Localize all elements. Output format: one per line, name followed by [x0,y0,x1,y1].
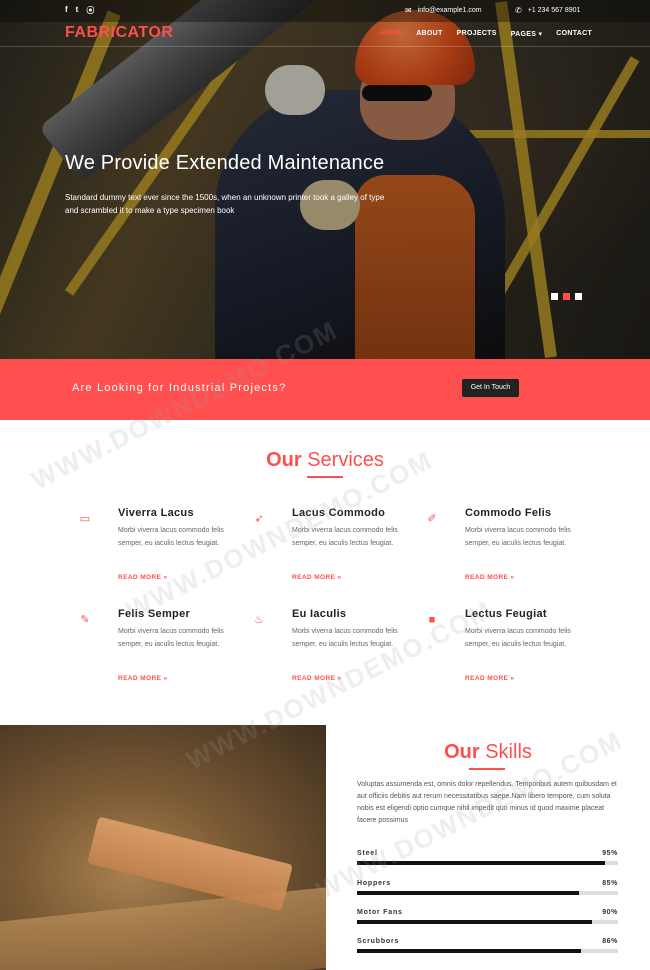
twitter-icon[interactable]: t [76,5,79,16]
envelope-icon: ✉ [405,6,412,15]
wood-plank [87,816,293,912]
rocket-icon: ➶ [254,513,264,525]
skill-percent: 90% [602,909,618,916]
phone-icon: ✆ [515,6,522,15]
skill-percent: 95% [602,850,618,857]
read-more-link[interactable]: READ MORE » [465,675,515,682]
services-underline [307,476,343,478]
cta-banner: Are Looking for Industrial Projects? [0,359,650,420]
hero-banner [0,0,650,359]
read-more-link[interactable]: READ MORE » [465,574,515,581]
skills-title-bold: Our [444,741,480,763]
paint-brush-icon: ✐ [427,513,437,525]
phone-text: +1 234 567 8901 [527,7,581,14]
slider-dots [551,293,582,300]
service-text: Morbi viverra lacus commodo felis semper… [118,527,224,547]
skill-fill [357,891,579,895]
hero-title: We Provide Extended Maintenance [65,152,385,174]
social-links: f t ⦿ [65,5,94,16]
skill-track [357,949,618,953]
hero-text: Standard dummy text ever since the 1500s… [65,193,385,215]
service-title: Eu Iaculis [292,608,347,620]
service-title: Commodo Felis [465,507,552,519]
fire-icon: ♨ [254,614,264,626]
nav-item-home[interactable]: HOME [380,30,402,38]
main-nav: HOME ABOUT PROJECTS PAGES ▾ CONTACT [380,30,592,38]
skill-name: Scrubbors [357,938,400,945]
hero-overlay [0,0,650,359]
contact-phone[interactable]: ✆ +1 234 567 8901 [515,6,580,15]
service-text: Morbi viverra lacus commodo felis semper… [118,628,224,648]
brand-logo[interactable]: FABRICATOR [65,24,173,42]
skill-fill [357,949,582,953]
skill-fill [357,920,592,924]
skills-underline [469,768,505,770]
nav-item-projects[interactable]: PROJECTS [457,30,497,38]
slider-dot[interactable] [575,293,582,300]
skills-image [0,725,326,970]
services-title-light: Services [307,449,384,471]
nav-item-about[interactable]: ABOUT [416,30,442,38]
skill-name: Motor Fans [357,909,403,916]
email-text: info@example1.com [417,7,482,14]
pencil-icon: ✎ [80,614,90,626]
get-in-touch-button[interactable]: Get In Touch [462,379,519,397]
services-title-bold: Our [266,449,302,471]
map-icon: ▭ [79,513,91,525]
service-title: Viverra Lacus [118,507,194,519]
read-more-link[interactable]: READ MORE » [292,574,342,581]
skill-track [357,920,618,924]
slider-dot-active[interactable] [563,293,570,300]
rss-icon[interactable]: ⦿ [86,5,94,16]
read-more-link[interactable]: READ MORE » [118,675,168,682]
nav-divider [0,46,650,47]
facebook-icon[interactable]: f [65,5,68,16]
top-bar: f t ⦿ ✉ info@example1.com ✆ +1 234 567 8… [0,0,650,22]
slider-dot[interactable] [551,293,558,300]
skill-percent: 86% [602,938,618,945]
contact-email[interactable]: ✉ info@example1.com [405,6,482,15]
nav-item-contact[interactable]: CONTACT [556,30,592,38]
skills-title-light: Skills [485,741,532,763]
service-text: Morbi viverra lacus commodo felis semper… [465,527,571,547]
skill-track [357,891,618,895]
nav-item-pages[interactable]: PAGES ▾ [511,30,543,38]
skill-percent: 85% [602,880,618,887]
